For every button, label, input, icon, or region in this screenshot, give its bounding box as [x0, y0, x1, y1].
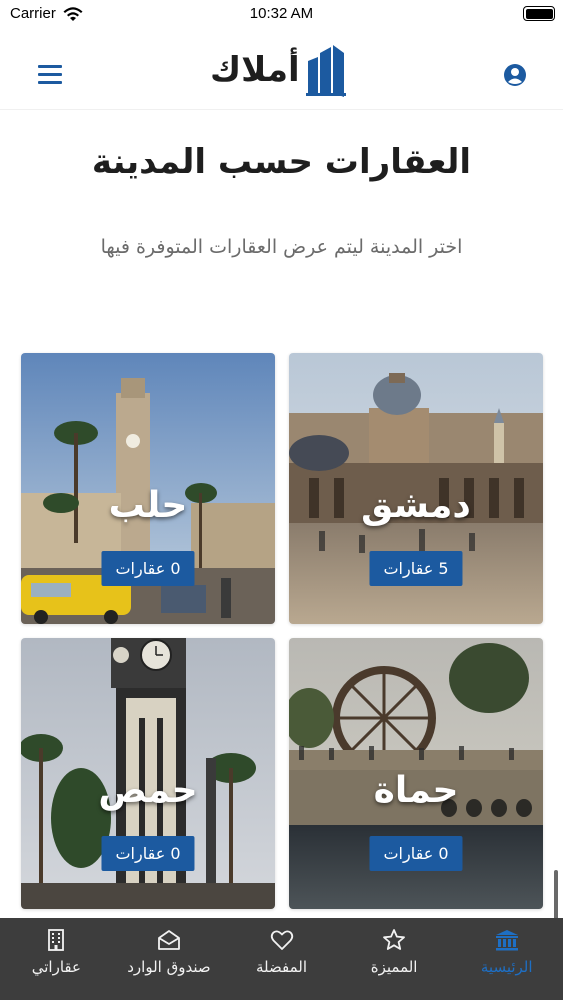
bottom-tab-bar: الرئيسية المميزة المفضلة صندوق الوارد عق… — [0, 918, 563, 1000]
page-subtitle: اختر المدينة ليتم عرض العقارات المتوفرة … — [100, 236, 463, 258]
city-card-damascus[interactable]: دمشق 5 عقارات — [289, 353, 543, 624]
city-name: حماة — [373, 770, 459, 811]
tab-label: المفضلة — [256, 958, 308, 976]
city-name: دمشق — [361, 485, 471, 526]
tab-label: المميزة — [370, 958, 418, 976]
city-name: حلب — [108, 485, 188, 526]
property-count-badge: 0 عقارات — [101, 551, 195, 586]
tab-label: عقاراتي — [31, 958, 81, 976]
app-header: أملاك — [0, 30, 563, 110]
building-icon — [48, 929, 65, 951]
logo-text: أملاك — [210, 50, 300, 90]
heart-icon — [270, 930, 293, 950]
property-count-badge: 0 عقارات — [369, 836, 463, 871]
tab-favorites[interactable]: المفضلة — [225, 918, 338, 1000]
property-count-badge: 5 عقارات — [369, 551, 463, 586]
scroll-indicator[interactable] — [554, 870, 558, 920]
status-bar: Carrier 10:32 AM — [0, 0, 563, 30]
tab-my-properties[interactable]: عقاراتي — [0, 918, 113, 1000]
inbox-icon — [158, 930, 180, 950]
battery-icon — [523, 6, 555, 21]
bank-icon — [495, 930, 518, 951]
tab-inbox[interactable]: صندوق الوارد — [113, 918, 226, 1000]
city-name: حمص — [98, 770, 198, 811]
tab-label: الرئيسية — [480, 958, 533, 976]
property-count-badge: 0 عقارات — [101, 836, 195, 871]
tab-featured[interactable]: المميزة — [338, 918, 451, 1000]
user-profile-icon[interactable] — [503, 63, 527, 87]
page-title: العقارات حسب المدينة — [91, 142, 472, 182]
logo-building-icon — [305, 45, 346, 97]
city-card-homs[interactable]: حمص 0 عقارات — [21, 638, 275, 909]
status-time: 10:32 AM — [249, 5, 314, 22]
app-logo: أملاك — [210, 42, 346, 98]
city-card-aleppo[interactable]: حلب 0 عقارات — [21, 353, 275, 624]
city-card-hama[interactable]: حماة 0 عقارات — [289, 638, 543, 909]
tab-home[interactable]: الرئيسية — [450, 918, 563, 1000]
menu-icon[interactable] — [38, 65, 62, 85]
star-icon — [383, 929, 406, 950]
tab-label: صندوق الوارد — [127, 958, 211, 976]
